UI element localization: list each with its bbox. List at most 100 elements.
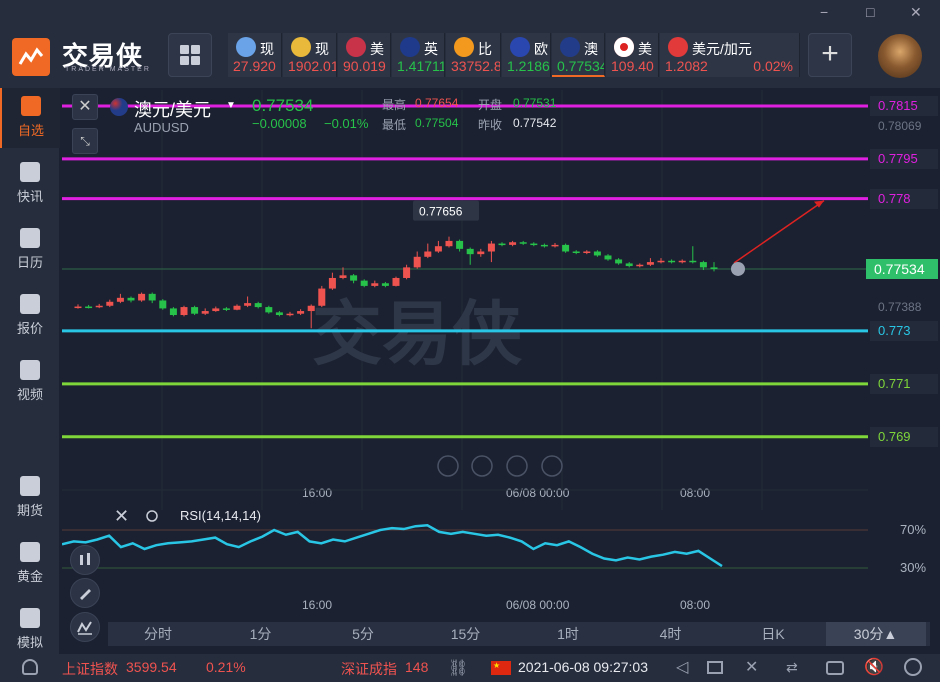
- hline-price-label: 0.769: [870, 426, 938, 447]
- timeframe-tab[interactable]: 5分: [313, 622, 413, 646]
- tools-icon[interactable]: ✕: [745, 657, 758, 677]
- sidebar-item-calendar[interactable]: 日历: [0, 220, 60, 280]
- index1-name[interactable]: 上证指数: [62, 659, 118, 679]
- ticker-name: 美元/加元: [692, 41, 752, 57]
- timeframe-tab[interactable]: 日K: [723, 622, 823, 646]
- symbol-code: AUDUSD: [134, 120, 189, 135]
- camera-icon[interactable]: [826, 661, 844, 675]
- high-label: 最高: [382, 98, 407, 112]
- index2-value: 148: [405, 659, 429, 675]
- ticker-name: 现: [315, 41, 329, 57]
- mute-icon[interactable]: 🔇: [864, 657, 884, 677]
- index2-name[interactable]: 深证成指: [341, 659, 397, 679]
- candle-body: [434, 246, 442, 252]
- x-axis-tick: 16:00: [302, 486, 332, 500]
- app-logo-subtitle: TRADER MASTER: [65, 66, 151, 73]
- sidebar-item-simulate[interactable]: 模拟: [0, 600, 60, 660]
- candle-body: [403, 267, 411, 278]
- candle-body: [381, 283, 389, 286]
- ticker-tab[interactable]: 欧1.21866: [502, 33, 551, 77]
- candle-body: [275, 312, 283, 316]
- grid-menu-button[interactable]: [168, 33, 212, 77]
- candle-body: [106, 301, 114, 306]
- chart-svg[interactable]: 交易侠 0.77656 16:00 06/08 00:00 08:00 RSI(14,14…: [61, 90, 938, 650]
- favorites-icon: [21, 96, 41, 116]
- sidebar-item-quotes[interactable]: 报价: [0, 286, 60, 346]
- candle-body: [636, 264, 644, 267]
- video-icon: [20, 360, 40, 380]
- au-flag-icon: [110, 98, 128, 116]
- timeframe-tab[interactable]: 分时: [108, 622, 208, 646]
- ticker-tab[interactable]: 美 90.019: [338, 33, 391, 77]
- candle-body: [222, 308, 230, 310]
- add-ticker-button[interactable]: +: [808, 33, 852, 77]
- close-symbol-button[interactable]: ✕: [72, 94, 98, 120]
- candle-body: [159, 300, 167, 309]
- rsi-level-label: 70%: [900, 522, 926, 537]
- sidebar-item-futures[interactable]: 期货: [0, 468, 60, 528]
- top-bar: − □ ✕ 交易侠 TRADER MASTER 现 27.920 现 1902.01 美…: [0, 0, 940, 88]
- silver-coins-icon: [236, 37, 256, 57]
- headset-icon[interactable]: [22, 659, 38, 675]
- link-icon[interactable]: ⛓: [448, 658, 468, 678]
- chevron-left-icon[interactable]: ◁: [676, 657, 688, 677]
- chevron-down-icon[interactable]: ▼: [226, 100, 236, 111]
- ticker-tab[interactable]: 比 33752.8: [446, 33, 501, 77]
- ticker-tab[interactable]: 澳 0.77534: [552, 33, 605, 77]
- timeframe-tab[interactable]: 4时: [621, 622, 721, 646]
- bitcoin-icon: [454, 37, 474, 57]
- draw-tool-button[interactable]: [70, 578, 100, 608]
- maximize-button[interactable]: □: [866, 4, 874, 20]
- hline-price-label: 0.778: [870, 188, 938, 209]
- ticker-tab[interactable]: 现 1902.01: [283, 33, 337, 77]
- sidebar-item-label: 黄金: [16, 569, 43, 584]
- rsi-level-label: 30%: [900, 560, 926, 575]
- indicator-button[interactable]: [70, 612, 100, 642]
- symbol-name[interactable]: 澳元/美元: [134, 96, 211, 122]
- sidebar-item-label: 视频: [16, 387, 43, 402]
- ticker-change: 0.02%: [753, 58, 793, 74]
- candle-body: [678, 260, 686, 263]
- ticker-name: 欧: [534, 41, 548, 57]
- timeframe-tab[interactable]: 1分: [211, 622, 311, 646]
- candle-type-button[interactable]: [70, 545, 100, 575]
- sidebar-item-news[interactable]: 快讯: [0, 154, 60, 214]
- candle-body: [413, 256, 421, 268]
- candle-body: [593, 251, 601, 256]
- ticker-tab[interactable]: 美 109.40: [606, 33, 659, 77]
- settings-icon[interactable]: [904, 658, 922, 676]
- current-price-label: 0.77534: [866, 258, 938, 279]
- candle-body: [456, 240, 464, 249]
- ticker-price: 1.21866: [507, 58, 550, 74]
- collapse-button[interactable]: ⤡: [72, 128, 98, 154]
- quotes-icon: [20, 294, 40, 314]
- timeframe-tab[interactable]: 15分: [416, 622, 516, 646]
- candle-body: [85, 306, 93, 309]
- sidebar-item-label: 日历: [16, 255, 43, 270]
- candle-body: [424, 251, 432, 257]
- sidebar-item-video[interactable]: 视频: [0, 352, 60, 412]
- ticker-tab[interactable]: 美元/加元 1.2082 0.02%: [660, 33, 800, 77]
- y-axis-label: 0.77388: [878, 299, 922, 314]
- candle-body: [498, 243, 506, 246]
- ticker-tab[interactable]: 英 1.41711: [392, 33, 445, 77]
- sidebar-item-gold[interactable]: 黄金: [0, 534, 60, 594]
- sidebar-item-favorites[interactable]: 自选: [0, 88, 60, 148]
- sidebar-item-label: 自选: [17, 123, 44, 138]
- timeframe-tab[interactable]: 30分▲: [825, 622, 926, 646]
- close-window-button[interactable]: ✕: [910, 4, 922, 21]
- switch-icon[interactable]: ⇄: [786, 659, 798, 676]
- window-icon[interactable]: [707, 661, 723, 674]
- ticker-name: 比: [478, 41, 492, 57]
- timeframe-tab[interactable]: 1时: [518, 622, 618, 646]
- gold-icon: [20, 542, 40, 562]
- candle-body: [265, 307, 273, 313]
- candle-body: [371, 283, 379, 286]
- minimize-button[interactable]: −: [820, 4, 828, 20]
- ticker-price: 33752.8: [451, 58, 501, 74]
- ticker-name: 美: [370, 41, 384, 57]
- prev-close-label: 昨收: [478, 118, 503, 132]
- ticker-tab[interactable]: 现 27.920: [228, 33, 282, 77]
- avatar[interactable]: [878, 34, 922, 78]
- hline-price-label: 0.773: [870, 320, 938, 341]
